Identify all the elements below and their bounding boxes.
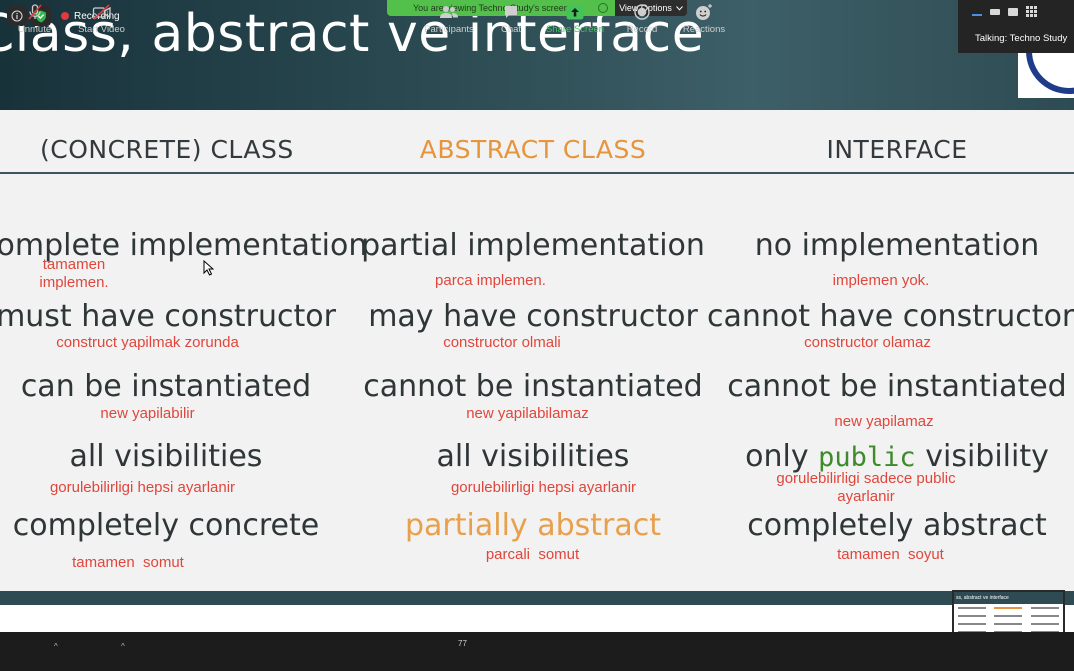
term-can-be-instantiated: can be instantiated xyxy=(20,369,312,404)
column-heading-abstract: ABSTRACT CLASS xyxy=(419,135,647,164)
column-heading-concrete: (CONCRETE) CLASS xyxy=(40,135,294,164)
term-cannot-be-instantiated-2: cannot be instantiated xyxy=(727,369,1067,404)
record-label: Record xyxy=(626,24,658,35)
audio-options-caret-icon[interactable]: ^ xyxy=(54,642,58,651)
talking-label: Talking: Techno Study xyxy=(975,33,1068,44)
note-new-yapilabilamaz: new yapilabilamaz xyxy=(466,405,589,422)
note-tamamen-implemen: tamamen implemen. xyxy=(39,256,109,291)
meeting-toolbar xyxy=(0,632,1074,671)
share-screen-button[interactable]: Share Screen xyxy=(545,0,605,39)
note-new-yapilabilir: new yapilabilir xyxy=(100,405,195,422)
term-must-have-constructor: must have constructor xyxy=(0,299,336,334)
participants-label: Participants xyxy=(424,24,474,35)
video-off-icon xyxy=(92,4,111,20)
unmute-button[interactable]: Unmute xyxy=(12,0,57,39)
header-divider xyxy=(0,172,1074,174)
chat-label: Chat xyxy=(500,24,522,35)
slide-bottom-area xyxy=(0,605,1074,632)
term-cannot-have-constructors: cannot have constructors xyxy=(707,299,1074,334)
minimize-icon[interactable] xyxy=(972,13,982,16)
term-completely-concrete: completely concrete xyxy=(12,508,320,543)
note-construct-yapilmak: construct yapilmak zorunda xyxy=(56,334,239,351)
note-gorulebilirligi-1: gorulebilirligi hepsi ayarlanir xyxy=(49,479,236,496)
term-partial-implementation: partial implementation xyxy=(361,228,705,263)
recording-dot-icon xyxy=(61,12,69,20)
note-tamamen-soyut: tamamen soyut xyxy=(837,546,944,563)
mouse-cursor-icon xyxy=(203,260,214,276)
term-only-public-visibility: only public visibility xyxy=(707,439,1074,474)
term-cannot-be-instantiated-1: cannot be instantiated xyxy=(363,369,703,404)
note-gorulebilirligi-2: gorulebilirligi hepsi ayarlanir xyxy=(450,479,637,496)
record-icon xyxy=(634,4,650,20)
term-all-visibilities-2: all visibilities xyxy=(436,439,630,474)
reactions-label: Reactions xyxy=(682,24,726,35)
note-constructor-olamaz: constructor olamaz xyxy=(804,334,931,351)
slide-footer-bar xyxy=(0,591,1074,605)
term-no-implementation: no implementation xyxy=(754,228,1040,263)
note-parcali-somut: parcali somut xyxy=(485,546,580,563)
term-completely-abstract: completely abstract xyxy=(747,508,1047,543)
term-visibility-suffix: visibility xyxy=(915,439,1049,474)
note-parca-implemen: parca implemen. xyxy=(435,272,546,289)
term-public-code: public xyxy=(818,442,916,473)
thumbnail-view-icon[interactable] xyxy=(990,8,1000,15)
term-all-visibilities-1: all visibilities xyxy=(69,439,263,474)
slide-header: Class, abstract ve interface xyxy=(0,0,1074,110)
term-only-prefix: only xyxy=(745,439,819,474)
unmute-label: Unmute xyxy=(17,24,52,35)
share-screen-label: Share Screen xyxy=(545,24,605,35)
note-constructor-olmali: constructor olmali xyxy=(443,334,561,351)
participant-count: 77 xyxy=(458,639,467,648)
term-partially-abstract: partially abstract xyxy=(405,508,661,543)
participants-icon xyxy=(440,6,458,18)
column-heading-interface: INTERFACE xyxy=(826,135,968,164)
video-options-caret-icon[interactable]: ^ xyxy=(121,642,125,651)
term-may-have-constructor: may have constructor xyxy=(368,299,698,334)
talking-panel: Talking: Techno Study xyxy=(958,0,1074,53)
microphone-muted-icon xyxy=(27,4,42,20)
gallery-view-icon[interactable] xyxy=(1026,6,1037,17)
zoom-window: Class, abstract ve interface (CONCRETE) … xyxy=(0,0,1074,671)
note-gorulebilirligi-public: gorulebilirligi sadece public ayarlanir xyxy=(776,470,956,505)
participants-button[interactable]: Participants xyxy=(420,0,478,39)
smiley-plus-icon xyxy=(696,4,712,20)
chat-bubble-icon xyxy=(505,6,517,18)
note-new-yapilamaz: new yapilamaz xyxy=(834,413,934,430)
thumbnail-title: ss, abstract ve interface xyxy=(954,592,1063,604)
start-video-button[interactable]: Start Video xyxy=(74,0,129,39)
chat-button[interactable]: Chat xyxy=(495,0,527,39)
share-screen-icon xyxy=(566,5,584,19)
start-video-label: Start Video xyxy=(78,24,125,35)
logo-icon xyxy=(1018,46,1074,98)
record-button[interactable]: Record xyxy=(622,0,662,39)
note-tamamen-somut: tamamen somut xyxy=(72,554,184,571)
reactions-button[interactable]: Reactions xyxy=(680,0,728,39)
note-implemen-yok: implemen yok. xyxy=(832,272,930,289)
speaker-view-icon[interactable] xyxy=(1008,7,1018,16)
